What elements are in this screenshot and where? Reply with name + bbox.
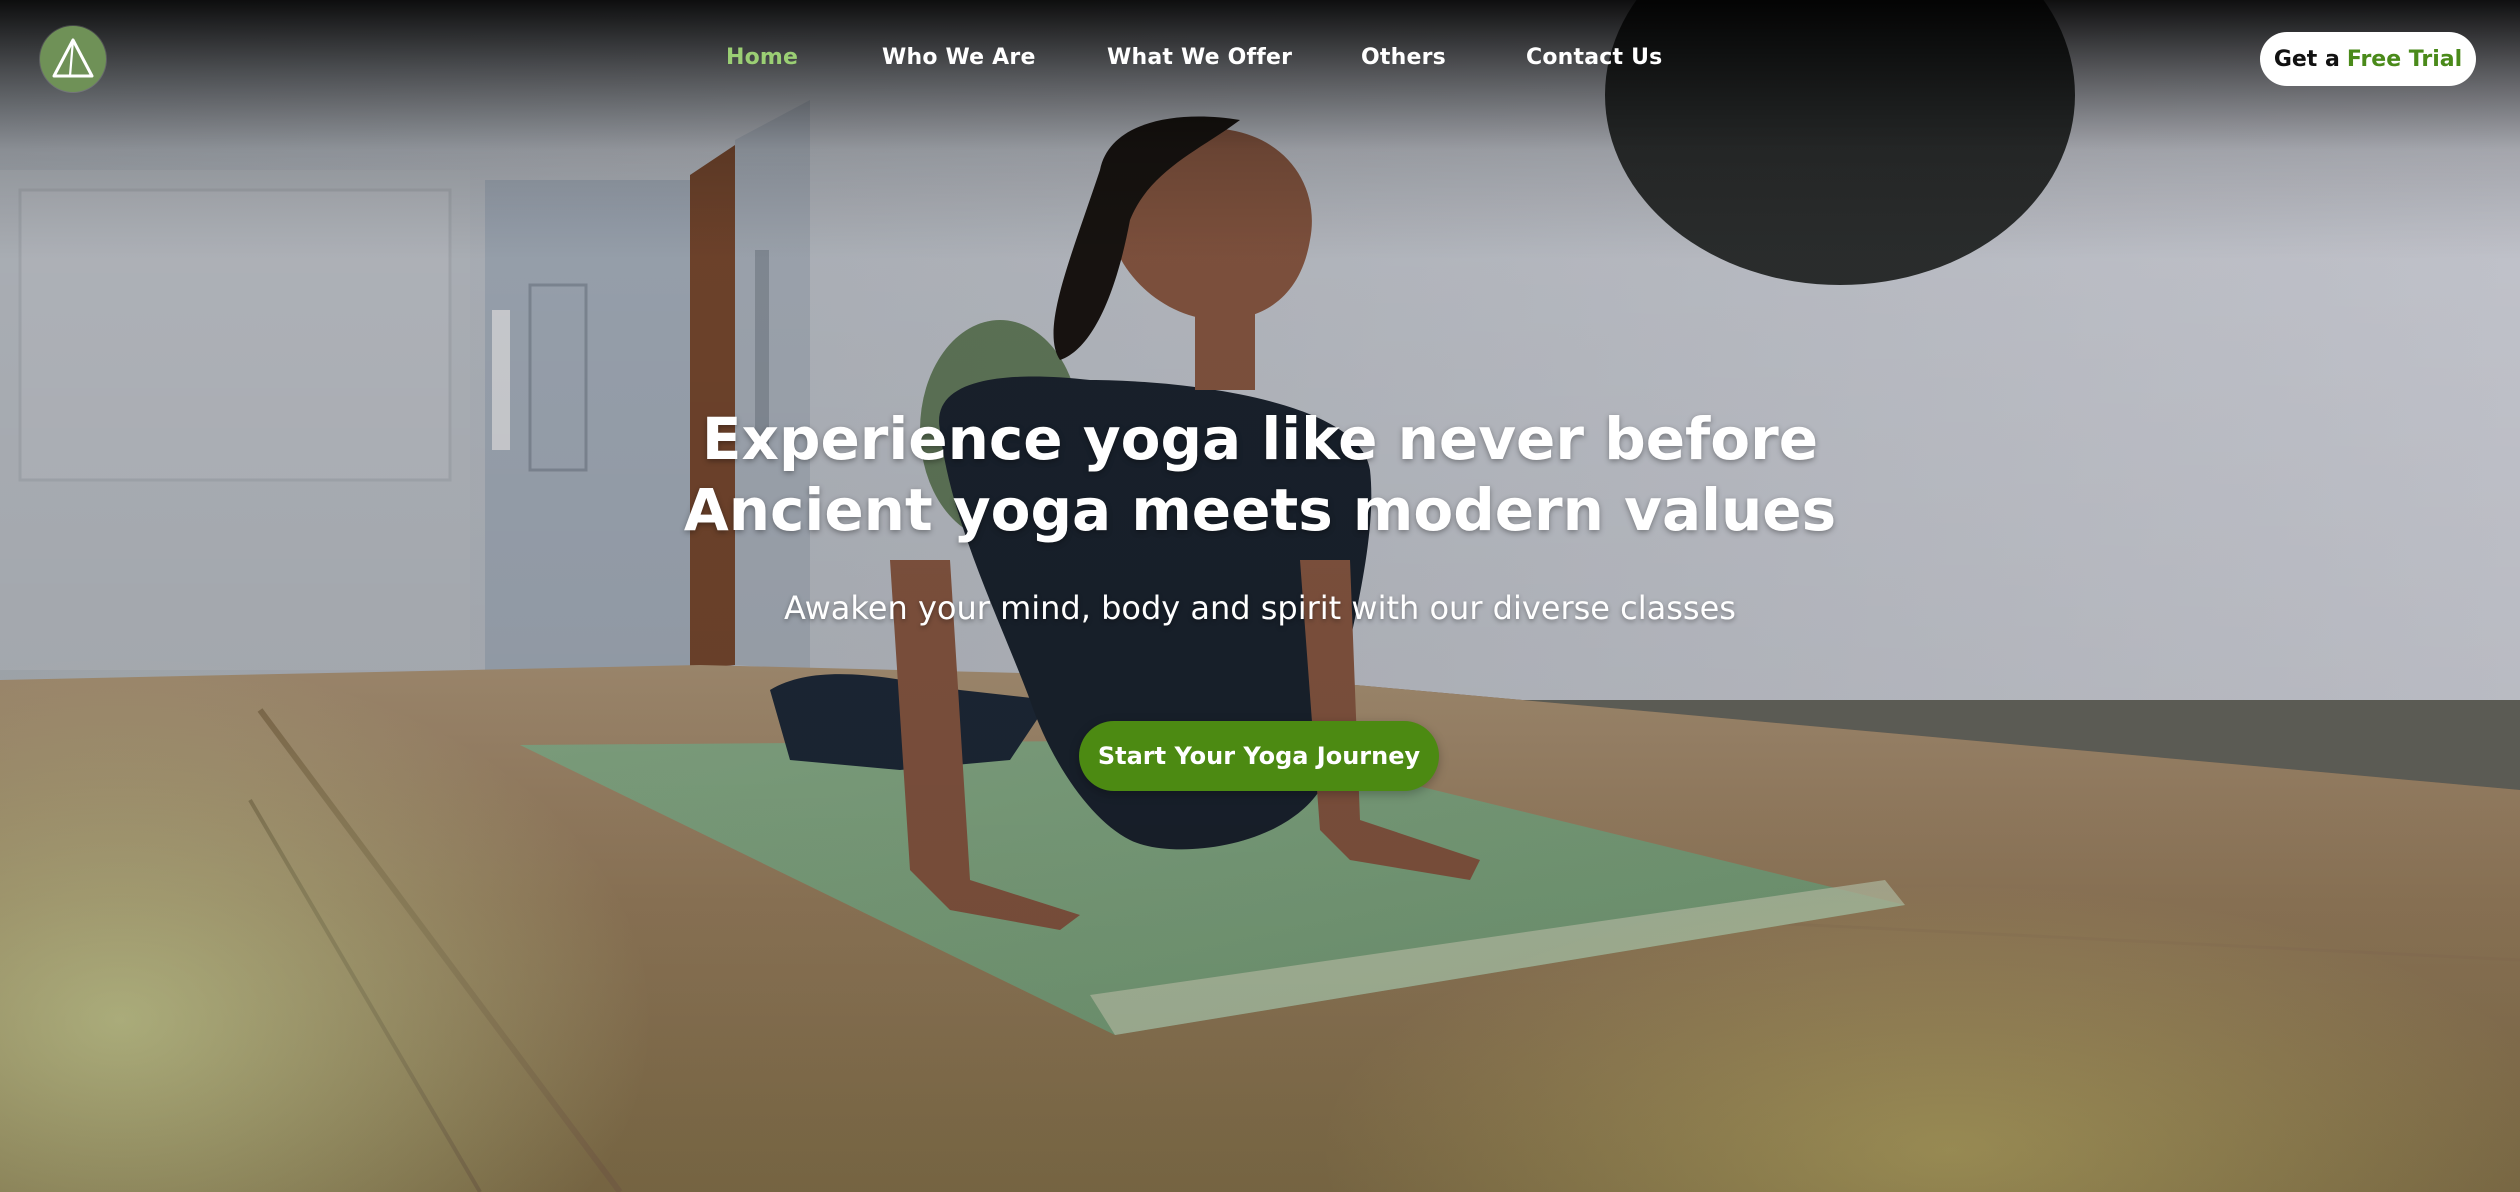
nav-item-who-we-are[interactable]: Who We Are: [882, 36, 1036, 80]
hero-section: Home Who We Are What We Offer Others Con…: [0, 0, 2520, 1192]
nav-item-what-we-offer[interactable]: What We Offer: [1107, 36, 1292, 80]
hero-title-line-1: Experience yoga like never before: [701, 405, 1819, 473]
start-journey-button[interactable]: Start Your Yoga Journey: [1079, 721, 1439, 791]
free-trial-accent: Free Trial: [2346, 46, 2463, 72]
hero-title: Experience yoga like never before Ancien…: [560, 404, 1960, 546]
hero-subtitle: Awaken your mind, body and spirit with o…: [784, 589, 1736, 627]
nav-item-home[interactable]: Home: [726, 36, 798, 80]
top-navbar: Home Who We Are What We Offer Others Con…: [0, 0, 2520, 116]
hero-title-line-2: Ancient yoga meets modern values: [683, 476, 1837, 544]
free-trial-prefix: Get a: [2273, 46, 2340, 72]
nav-item-contact-us[interactable]: Contact Us: [1526, 36, 1662, 80]
main-nav: Home Who We Are What We Offer Others Con…: [0, 36, 2520, 80]
nav-item-others[interactable]: Others: [1361, 36, 1446, 80]
free-trial-button[interactable]: Get a Free Trial: [2260, 32, 2476, 86]
